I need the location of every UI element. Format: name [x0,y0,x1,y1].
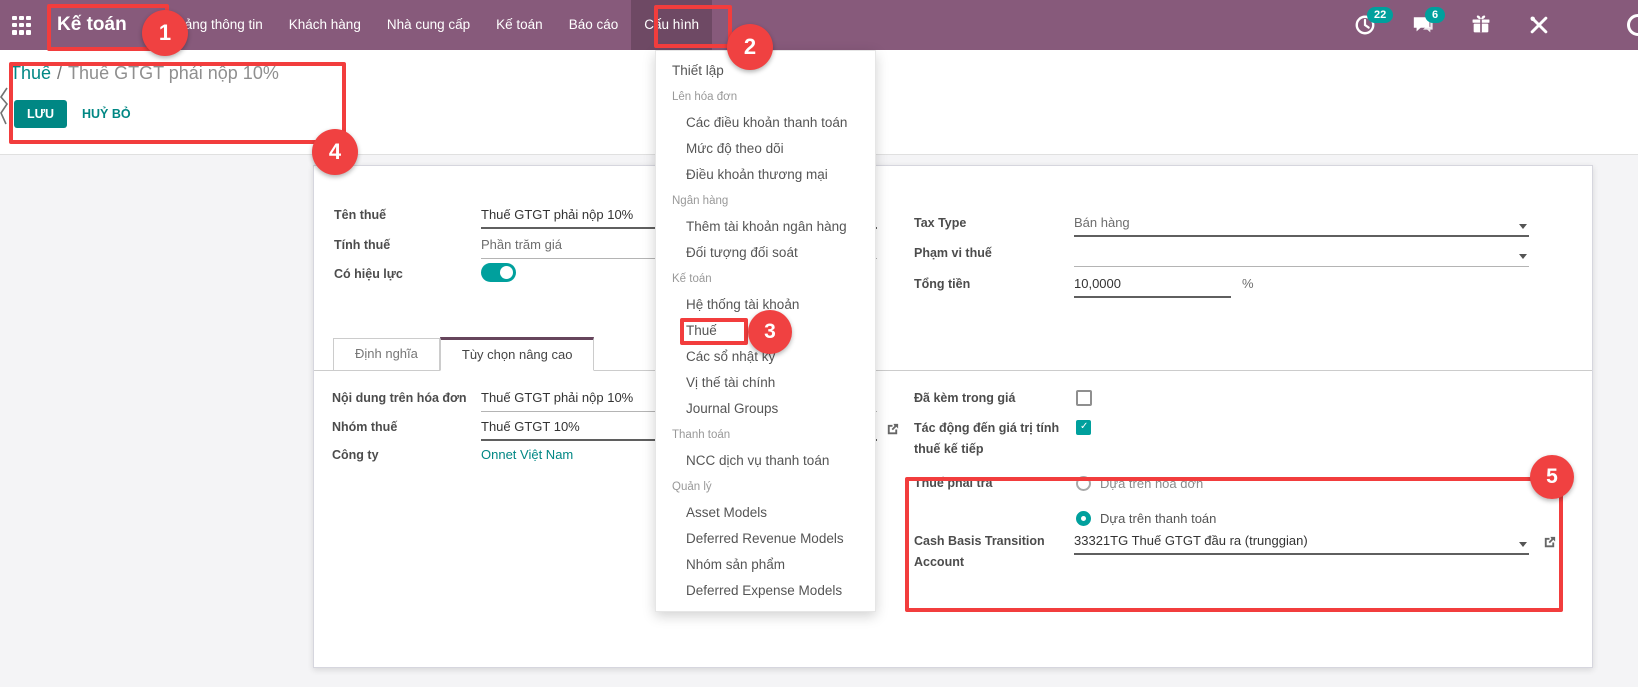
nav-item-nha-cung-cap[interactable]: Nhà cung cấp [374,0,483,50]
label-nhom-thue: Nhóm thuế [332,420,397,434]
menu-item-thue[interactable]: Thuế [656,318,875,344]
notebook-tabstrip: Định nghĩa Tùy chọn nâng cao [314,338,1592,371]
radio-dua-tren-hoa-don[interactable] [1076,476,1091,491]
tax-type-select[interactable]: Bán hàng [1074,215,1529,237]
menu-item-thiet-lap[interactable]: Thiết lập [656,58,875,84]
menu-item-them-tai-khoan-ngan-hang[interactable]: Thêm tài khoản ngân hàng [656,214,875,240]
radio-label-dua-tren-hoa-don[interactable]: Dựa trên hoá đơn [1100,476,1203,491]
tong-tien-suffix: % [1242,276,1272,298]
breadcrumb-separator: / [51,63,68,83]
tax-type-value: Bán hàng [1074,215,1130,230]
nav-item-bao-cao[interactable]: Báo cáo [556,0,632,50]
config-dropdown-menu: Thiết lập Lên hóa đơn Các điều khoản tha… [655,50,876,612]
label-tax-type: Tax Type [914,216,966,230]
cash-basis-value: 33321TG Thuế GTGT đầu ra (trunggian) [1074,533,1308,548]
label-noi-dung: Nội dung trên hóa đơn [332,391,467,405]
discard-button[interactable]: HUỶ BỎ [72,100,141,128]
label-pham-vi-thue: Phạm vi thuế [914,246,992,260]
label-cash-basis: Cash Basis Transition Account [914,531,1072,573]
cash-basis-select[interactable]: 33321TG Thuế GTGT đầu ra (trunggian) [1074,533,1529,555]
breadcrumb: Thuế/Thuế GTGT phải nộp 10% [10,63,279,84]
menu-item-asset-models[interactable]: Asset Models [656,500,875,526]
menu-item-deferred-expense-models[interactable]: Deferred Expense Models [656,578,875,604]
chevron-down-icon [1519,542,1527,547]
cash-basis-external-link-icon[interactable] [1542,535,1557,550]
tac-dong-checkbox[interactable] [1076,420,1091,435]
message-badge: 6 [1425,7,1445,23]
co-hieu-luc-toggle[interactable] [481,263,516,282]
tong-tien-input[interactable]: 10,0000 [1074,276,1231,298]
label-da-kem-trong-gia: Đã kèm trong giá [914,391,1015,405]
app-brand[interactable]: Kế toán [47,0,137,50]
nav-item-khach-hang[interactable]: Khách hàng [276,0,374,50]
apps-grid-icon[interactable] [12,16,31,35]
label-co-hieu-luc: Có hiệu lực [334,267,403,281]
menu-item-nhom-san-pham[interactable]: Nhóm sản phẩm [656,552,875,578]
menu-item-muc-do-theo-doi[interactable]: Mức độ theo dõi [656,136,875,162]
breadcrumb-parent-link[interactable]: Thuế [10,63,51,83]
nav-menu: Bảng thông tin Khách hàng Nhà cung cấp K… [163,0,712,50]
menu-item-dieu-khoan-thuong-mai[interactable]: Điều khoản thương mại [656,162,875,188]
nav-right-icons: 22 6 [1354,14,1638,36]
menu-section-ke-toan: Kế toán [656,266,875,292]
menu-section-thanh-toan: Thanh toán [656,422,875,448]
activity-clock-icon[interactable]: 22 [1354,14,1376,36]
nav-item-ke-toan[interactable]: Kế toán [483,0,556,50]
tab-dinh-nghia[interactable]: Định nghĩa [333,338,440,371]
breadcrumb-current: Thuế GTGT phải nộp 10% [68,63,279,83]
nav-item-bang-thong-tin[interactable]: Bảng thông tin [163,0,276,50]
menu-item-deferred-revenue-models[interactable]: Deferred Revenue Models [656,526,875,552]
nhom-thue-external-link-icon[interactable] [885,422,900,437]
tax-form-sheet: Tên thuế Thuế GTGT phải nộp 10% Tính thu… [313,165,1593,668]
save-button[interactable]: LƯU [14,100,67,128]
menu-item-journal-groups[interactable]: Journal Groups [656,396,875,422]
odoo-accounting-screen: Kế toán Bảng thông tin Khách hàng Nhà cu… [0,0,1638,687]
label-tinh-thue: Tính thuế [334,238,390,252]
radio-dua-tren-thanh-toan[interactable] [1076,511,1091,526]
menu-section-ngan-hang: Ngân hàng [656,188,875,214]
menu-item-he-thong-tai-khoan[interactable]: Hệ thống tài khoản [656,292,875,318]
gift-icon[interactable] [1470,14,1492,36]
label-tac-dong: Tác động đến giá trị tính thuế kế tiếp [914,418,1066,460]
menu-item-vi-the-tai-chinh[interactable]: Vị thế tài chính [656,370,875,396]
tab-tuy-chon-nang-cao[interactable]: Tùy chọn nâng cao [440,337,595,371]
messages-icon[interactable]: 6 [1412,14,1434,36]
label-thue-phai-tra: Thuế phải trả [914,476,992,490]
label-cong-ty: Công ty [332,448,379,462]
menu-item-cac-so-nhat-ky[interactable]: Các sổ nhật ký [656,344,875,370]
nav-item-cau-hinh[interactable]: Cấu hình [631,0,712,50]
activity-badge: 22 [1367,7,1393,23]
menu-section-len-hoa-don: Lên hóa đơn [656,84,875,110]
label-tong-tien: Tổng tiền [914,277,970,291]
top-navbar: Kế toán Bảng thông tin Khách hàng Nhà cu… [0,0,1638,50]
stray-cursor-mark [0,86,10,128]
chevron-down-icon [1519,254,1527,259]
menu-item-ncc-dich-vu-thanh-toan[interactable]: NCC dịch vụ thanh toán [656,448,875,474]
menu-item-cac-dieu-khoan-thanh-toan[interactable]: Các điều khoản thanh toán [656,110,875,136]
radio-label-dua-tren-thanh-toan[interactable]: Dựa trên thanh toán [1100,511,1216,526]
chevron-down-icon [1519,224,1527,229]
label-ten-thue: Tên thuế [334,208,386,222]
menu-item-doi-tuong-doi-soat[interactable]: Đối tượng đối soát [656,240,875,266]
tools-icon[interactable] [1528,14,1550,36]
menu-section-quan-ly: Quản lý [656,474,875,500]
pham-vi-thue-select[interactable] [1074,245,1529,267]
da-kem-checkbox[interactable] [1076,390,1092,406]
